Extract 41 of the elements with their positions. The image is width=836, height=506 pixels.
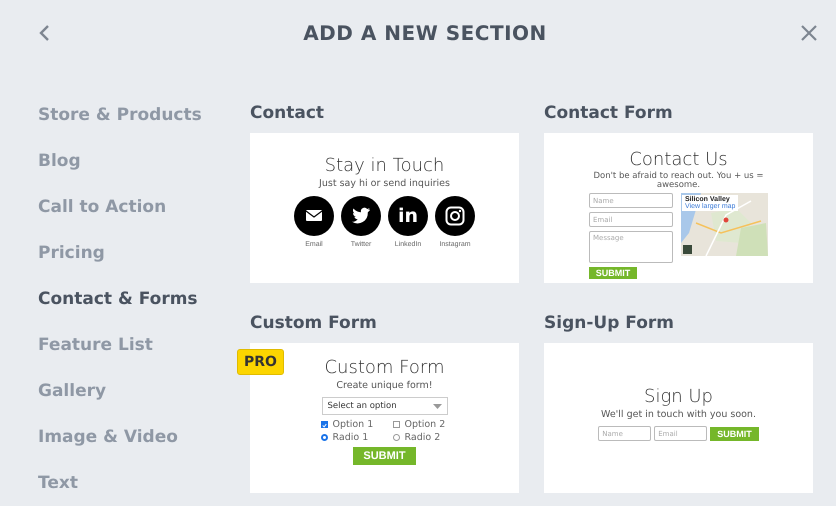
sidebar-item[interactable]: Image & Video (38, 425, 250, 449)
sidebar-item[interactable]: Blog (38, 149, 250, 173)
section-title: Contact (250, 102, 326, 125)
email-icon (294, 196, 334, 236)
checkbox[interactable] (392, 421, 400, 428)
preview-subheading: Create unique form! (336, 380, 433, 391)
checkbox[interactable] (320, 421, 328, 428)
back-icon[interactable] (38, 24, 50, 42)
caret-icon (432, 404, 442, 408)
radio-button[interactable] (392, 434, 400, 441)
pro-badge: PRO (237, 349, 284, 375)
linkedin-icon: in (388, 196, 428, 236)
sidebar-item[interactable]: Store & Products (38, 103, 250, 127)
section-title: Sign-Up Form (544, 312, 675, 335)
sidebar-item[interactable]: Text (38, 471, 250, 495)
preview-heading: Stay in Touch (324, 155, 444, 176)
sidebar-item[interactable]: Call to Action (38, 195, 250, 219)
submit-button[interactable]: SUBMIT (710, 426, 759, 440)
option-label: Option 2 (404, 419, 446, 430)
preview-subheading: Just say hi or send inquiries (319, 178, 450, 189)
submit-button[interactable]: SUBMIT (589, 267, 637, 279)
preview-subheading: We'll get in touch with you soon. (601, 409, 756, 420)
section-title: Contact Form (544, 102, 674, 125)
preview-heading: Contact Us (629, 149, 728, 170)
submit-button[interactable]: SUBMIT (353, 447, 416, 465)
sidebar-item[interactable]: Contact & Forms (38, 287, 250, 311)
option-label: Option 1 (332, 419, 374, 430)
preview-heading: Custom Form (324, 357, 445, 378)
close-icon[interactable] (800, 24, 818, 42)
preview-heading: Sign Up (644, 386, 713, 407)
option-label: Radio 2 (404, 432, 440, 443)
radio-button[interactable] (320, 434, 328, 441)
select-field[interactable]: Select an option (322, 397, 448, 415)
bird-icon (341, 196, 381, 236)
preview-subheading: Don't be afraid to reach out. You + us = awesome. (592, 172, 765, 190)
section-title: Custom Form (250, 312, 378, 335)
option-label: Radio 1 (332, 432, 368, 443)
camera-icon (435, 196, 475, 236)
sidebar-item[interactable]: Gallery (38, 379, 250, 403)
sidebar-item[interactable]: Pricing (38, 241, 250, 265)
dialog-title: ADD A NEW SECTION (303, 21, 547, 45)
